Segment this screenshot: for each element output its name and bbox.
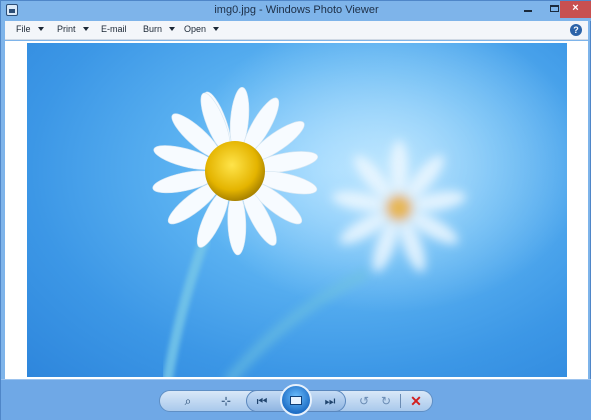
photo-viewer-window: img0.jpg - Windows Photo Viewer × File P… — [0, 0, 591, 420]
rotate-left-icon[interactable]: ↺ — [353, 391, 375, 411]
delete-icon[interactable]: ✕ — [405, 391, 427, 411]
rotate-right-icon[interactable]: ↻ — [375, 391, 397, 411]
title-bar[interactable]: img0.jpg - Windows Photo Viewer × — [1, 1, 591, 21]
menu-open-label: Open — [184, 24, 207, 34]
menu-burn-label: Burn — [143, 24, 163, 34]
chevron-down-icon — [37, 27, 44, 31]
menu-print-label: Print — [57, 24, 76, 34]
next-icon[interactable]: ⏭ — [319, 391, 341, 411]
control-bar: ⌕ ⊹ ⏮ ⏭ ↺ ↻ ✕ — [1, 379, 591, 420]
menu-file[interactable]: File — [16, 24, 44, 34]
maximize-icon — [549, 5, 559, 12]
slideshow-icon — [290, 396, 302, 405]
image-viewer-area — [5, 41, 588, 379]
toolbar-divider — [400, 394, 401, 408]
menu-bar: File Print E-mail Burn Open ? — [5, 21, 588, 40]
minimize-button[interactable] — [515, 1, 541, 18]
close-button[interactable]: × — [560, 1, 591, 18]
minimize-icon — [524, 10, 532, 12]
menu-print[interactable]: Print — [57, 24, 89, 34]
photo-image — [27, 43, 567, 377]
daisy-photo-illustration — [152, 43, 567, 377]
actual-size-icon[interactable]: ⊹ — [215, 391, 237, 411]
chevron-down-icon — [169, 27, 176, 31]
zoom-icon[interactable]: ⌕ — [177, 391, 199, 411]
menu-email[interactable]: E-mail — [101, 24, 127, 34]
menu-open[interactable]: Open — [184, 24, 220, 34]
menu-email-label: E-mail — [101, 24, 127, 34]
menu-file-label: File — [16, 24, 31, 34]
chevron-down-icon — [213, 27, 220, 31]
previous-icon[interactable]: ⏮ — [251, 391, 273, 411]
menu-burn[interactable]: Burn — [143, 24, 176, 34]
help-icon[interactable]: ? — [570, 24, 582, 36]
chevron-down-icon — [82, 27, 89, 31]
slideshow-button[interactable] — [280, 384, 312, 416]
window-title: img0.jpg - Windows Photo Viewer — [214, 4, 379, 16]
